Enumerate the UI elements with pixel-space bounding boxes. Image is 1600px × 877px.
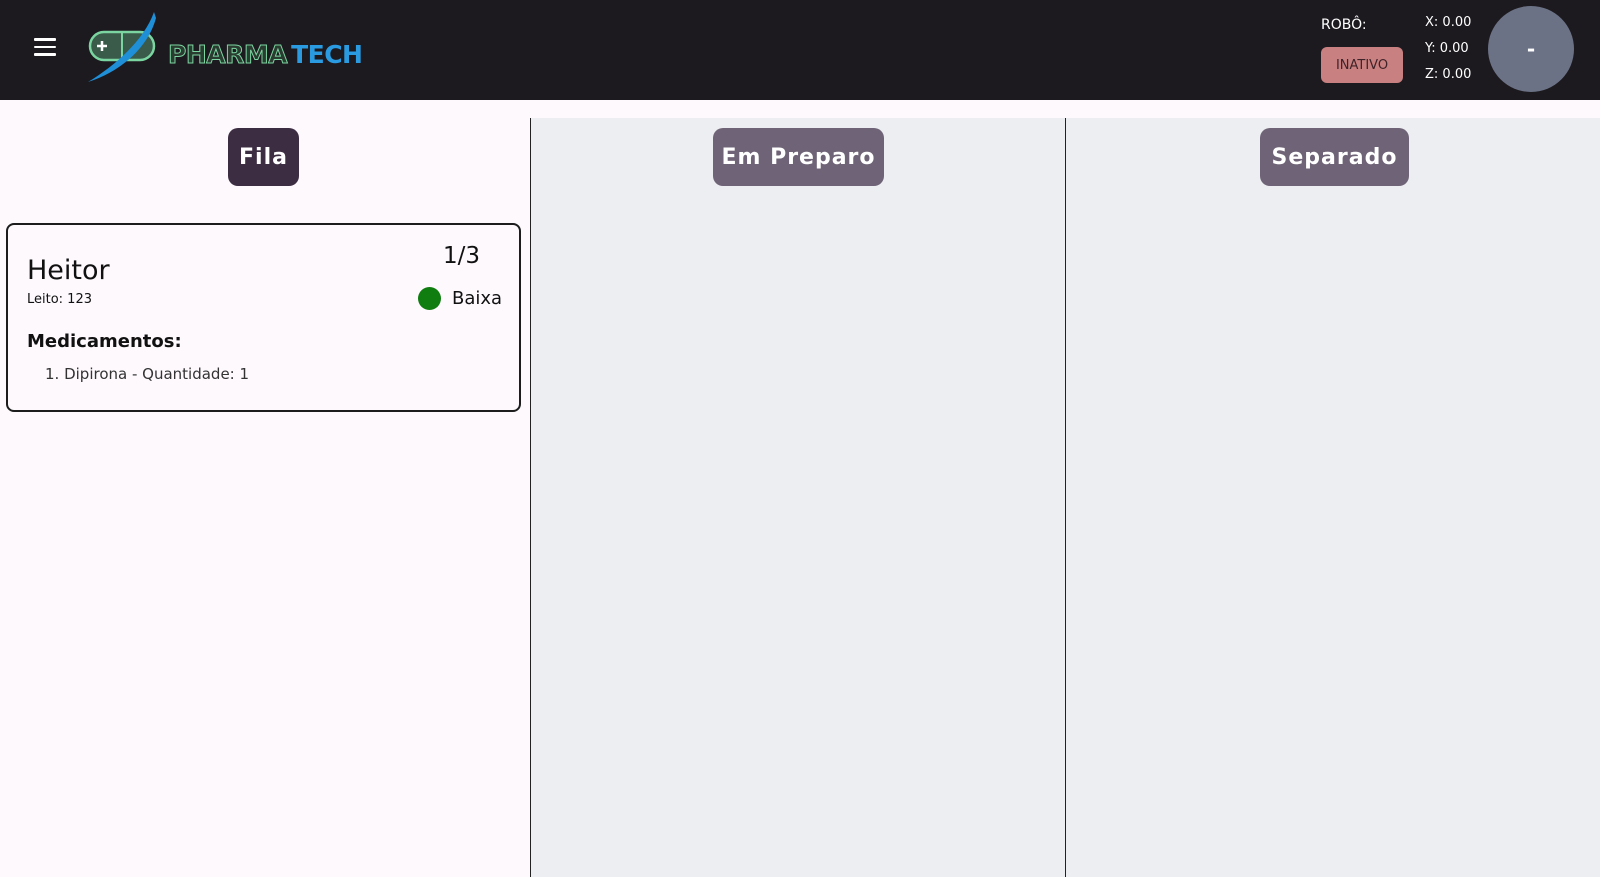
medications-list: 1. Dipirona - Quantidade: 1	[45, 365, 249, 383]
logo-text-tech: TECH	[291, 40, 363, 69]
column-header-separado[interactable]: Separado	[1260, 128, 1409, 186]
robot-coordinates: X: 0.00 Y: 0.00 Z: 0.00	[1425, 14, 1471, 92]
priority-dot-icon	[418, 287, 441, 310]
robot-status-button[interactable]: INATIVO	[1321, 47, 1403, 83]
logo: PHARMA TECH	[86, 10, 376, 90]
logo-text-pharma: PHARMA	[167, 40, 288, 70]
priority-label: Baixa	[452, 288, 503, 309]
column-header-em-preparo[interactable]: Em Preparo	[713, 128, 884, 186]
column-separado: Separado	[1066, 118, 1600, 877]
coord-z: Z: 0.00	[1425, 67, 1472, 82]
column-header-fila[interactable]: Fila	[228, 128, 299, 186]
order-card[interactable]: Heitor Leito: 123 1/3 Baixa Medicamentos…	[6, 223, 521, 412]
menu-icon[interactable]	[34, 38, 58, 58]
patient-name: Heitor	[27, 255, 110, 286]
coord-x: X: 0.00	[1425, 15, 1472, 30]
robot-label: ROBÔ:	[1321, 17, 1367, 33]
priority-indicator: Baixa	[418, 287, 502, 310]
list-item: 1. Dipirona - Quantidade: 1	[45, 365, 250, 383]
kanban-board: Fila Heitor Leito: 123 1/3 Baixa Medicam…	[0, 118, 1600, 877]
order-count: 1/3	[443, 243, 481, 269]
column-fila: Fila Heitor Leito: 123 1/3 Baixa Medicam…	[0, 118, 531, 877]
logo-text: PHARMA TECH	[167, 40, 363, 70]
column-em-preparo: Em Preparo	[531, 118, 1066, 877]
medications-title: Medicamentos:	[27, 331, 182, 352]
bed-number: Leito: 123	[27, 292, 92, 307]
avatar[interactable]: -	[1488, 6, 1574, 92]
top-bar: PHARMA TECH ROBÔ: INATIVO X: 0.00 Y: 0.00…	[0, 0, 1600, 100]
coord-y: Y: 0.00	[1425, 41, 1469, 56]
pill-logo-icon	[88, 12, 156, 82]
